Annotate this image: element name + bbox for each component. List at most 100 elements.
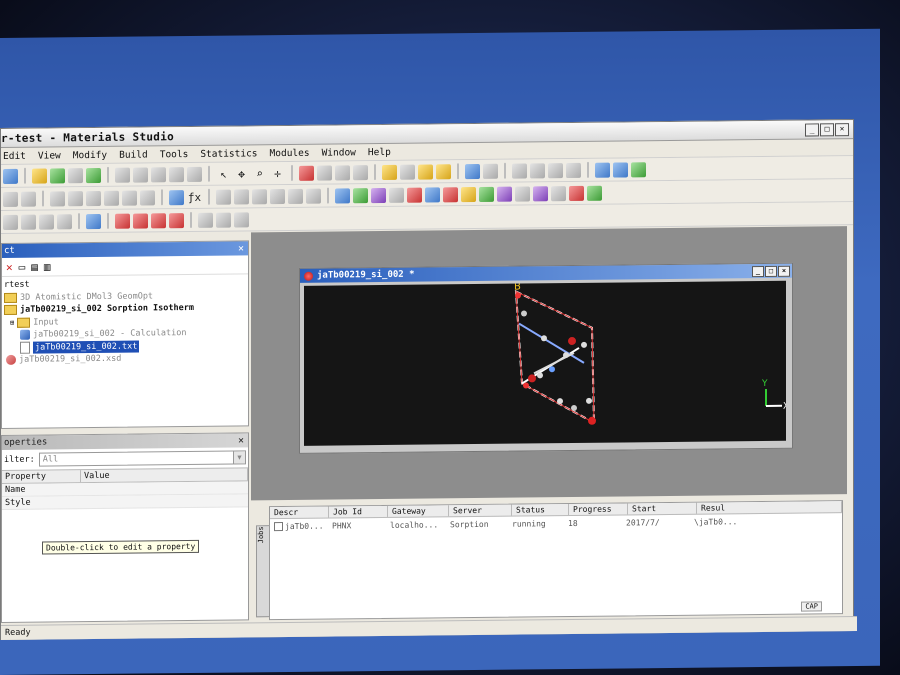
property-row[interactable]: Style: [2, 494, 248, 510]
sketch-pencil-icon[interactable]: [382, 164, 397, 180]
jobs-tab[interactable]: Jobs: [256, 525, 270, 618]
pointer-icon[interactable]: [216, 189, 231, 205]
menu-edit[interactable]: Edit: [3, 150, 26, 161]
menu-help[interactable]: Help: [368, 146, 391, 157]
chevron-down-icon[interactable]: ▼: [233, 451, 245, 464]
atom-red-icon[interactable]: [115, 213, 130, 229]
vamp-icon[interactable]: [587, 185, 602, 201]
close-icon[interactable]: ×: [238, 435, 248, 446]
reset-view-icon[interactable]: [335, 164, 350, 180]
window-cascade-icon[interactable]: [21, 214, 36, 230]
filter-select[interactable]: All ▼: [38, 450, 246, 467]
delete-icon[interactable]: ✕: [6, 260, 13, 273]
symmetry-icon[interactable]: [631, 161, 646, 177]
graph-icon[interactable]: [86, 190, 101, 206]
castep-icon[interactable]: [371, 187, 386, 203]
close-button[interactable]: ×: [835, 122, 849, 136]
paste-icon[interactable]: [187, 166, 202, 182]
zoom-icon[interactable]: ⌕: [252, 166, 267, 181]
list-icon[interactable]: [548, 162, 563, 178]
column-header[interactable]: Job Id: [329, 505, 388, 518]
tree-item[interactable]: jaTb00219_si_002.xsd: [4, 351, 246, 366]
text-icon[interactable]: [104, 190, 119, 206]
conformers-icon[interactable]: [497, 186, 512, 202]
formula-icon[interactable]: ƒx: [187, 189, 202, 204]
column-header[interactable]: Progress: [569, 503, 628, 516]
movie-icon[interactable]: [198, 212, 213, 228]
redo-icon[interactable]: [133, 166, 148, 183]
new-folder-icon[interactable]: ▭: [19, 260, 26, 273]
mesocite-icon[interactable]: [389, 187, 404, 203]
close-button[interactable]: ×: [778, 265, 790, 277]
undo-icon[interactable]: [115, 167, 130, 183]
forcite-icon[interactable]: [335, 187, 350, 203]
bond-icon[interactable]: [400, 164, 415, 180]
blends-icon[interactable]: [515, 185, 530, 202]
chart-icon[interactable]: [50, 190, 65, 206]
column-header[interactable]: Property: [2, 470, 81, 483]
table-icon[interactable]: [68, 190, 83, 206]
open-folder-icon[interactable]: [32, 168, 47, 184]
close-icon[interactable]: ×: [238, 243, 248, 254]
maximize-button[interactable]: □: [765, 265, 777, 277]
column-header[interactable]: Value: [81, 468, 248, 483]
measure-icon[interactable]: [512, 162, 527, 179]
menu-build[interactable]: Build: [119, 149, 148, 160]
sketch-ring-icon[interactable]: [418, 163, 433, 180]
cut-icon[interactable]: [151, 166, 166, 182]
menu-view[interactable]: View: [38, 150, 61, 161]
home-view-icon[interactable]: [299, 165, 314, 181]
expand-icon[interactable]: ⊞: [10, 316, 14, 329]
morphology-icon[interactable]: [533, 185, 548, 201]
stats-icon[interactable]: [566, 162, 581, 178]
print-icon[interactable]: [86, 167, 101, 183]
copy-image-icon[interactable]: [306, 188, 321, 204]
grid-view-icon[interactable]: [169, 189, 184, 205]
book-icon[interactable]: ▥: [44, 260, 51, 273]
amorphous-cell-icon[interactable]: [425, 186, 440, 203]
select-arrow-icon[interactable]: ↖: [216, 166, 231, 181]
column-header[interactable]: Status: [512, 504, 569, 516]
display-style-icon[interactable]: [465, 163, 480, 179]
properties-doc-icon[interactable]: ▤: [31, 260, 38, 273]
grid-icon[interactable]: [530, 162, 545, 178]
menu-window[interactable]: Window: [322, 147, 356, 158]
shift-view-icon[interactable]: [353, 164, 368, 180]
fit-icon[interactable]: [288, 188, 303, 204]
reflex-icon[interactable]: [443, 186, 458, 202]
column-header[interactable]: Start: [628, 502, 697, 515]
polymorph-icon[interactable]: [479, 186, 494, 202]
menu-tools[interactable]: Tools: [160, 149, 189, 160]
step-icon[interactable]: [216, 212, 231, 228]
column-header[interactable]: Server: [449, 504, 512, 517]
crystal-structure-view[interactable]: B Y X: [304, 281, 789, 446]
cell-icon[interactable]: [595, 162, 610, 178]
zoom-in-icon[interactable]: [234, 188, 249, 205]
save-icon[interactable]: [3, 168, 18, 184]
window-tile-icon[interactable]: [3, 214, 18, 230]
sorption-icon[interactable]: [407, 187, 422, 203]
translate-icon[interactable]: ✛: [270, 166, 285, 181]
pan-icon[interactable]: [270, 188, 285, 204]
document-title-bar[interactable]: jaTb00219_si_002 * _ □ ×: [300, 263, 792, 283]
hydrogen-icon[interactable]: [169, 212, 184, 228]
bond-red-icon[interactable]: [133, 212, 148, 229]
sketch-fragment-icon[interactable]: [436, 163, 451, 179]
3d-viewport[interactable]: B Y X: [304, 280, 789, 446]
atom-select-icon[interactable]: [86, 213, 101, 229]
function-icon[interactable]: [140, 189, 155, 206]
menu-modify[interactable]: Modify: [73, 149, 107, 160]
qsar-icon[interactable]: [461, 186, 476, 202]
minimize-button[interactable]: _: [752, 265, 764, 277]
job-checkbox[interactable]: [274, 522, 283, 532]
arrow-draw-icon[interactable]: [122, 190, 137, 206]
fit-view-icon[interactable]: [317, 165, 332, 181]
gulp-icon[interactable]: [551, 185, 566, 201]
window-new-icon[interactable]: [57, 213, 72, 229]
align-icon[interactable]: [3, 191, 18, 207]
maximize-button[interactable]: □: [820, 122, 834, 136]
column-header[interactable]: Gateway: [388, 505, 449, 517]
column-header[interactable]: Descr: [270, 506, 329, 519]
label-icon[interactable]: [483, 163, 498, 179]
loop-icon[interactable]: [234, 211, 249, 228]
